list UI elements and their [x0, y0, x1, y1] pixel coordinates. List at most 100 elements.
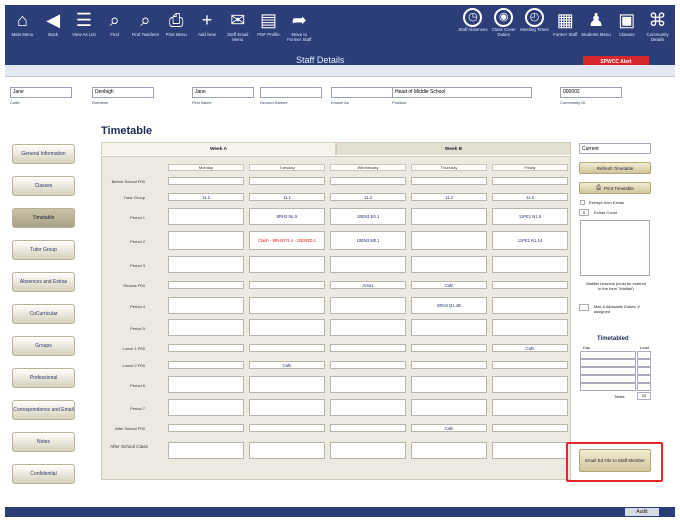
timetable-cell[interactable] — [249, 399, 325, 416]
timetable-cell[interactable] — [249, 297, 325, 314]
timetable-cell[interactable]: 11PE1 N1.5 — [492, 208, 568, 225]
header-field-input[interactable]: Jane — [192, 87, 254, 98]
timetable-cell[interactable] — [492, 319, 568, 336]
timetable-cell[interactable] — [168, 256, 244, 273]
toolbar-button-13[interactable]: ▦ Former Staff — [550, 8, 581, 60]
timetable-cell[interactable] — [492, 177, 568, 185]
toolbar-button-7[interactable]: ✉ Staff Email Menu — [222, 8, 253, 60]
toolbar-button-15[interactable]: ▣ Classes — [611, 8, 642, 60]
timetable-cell[interactable] — [168, 231, 244, 250]
timetable-cell[interactable] — [330, 319, 406, 336]
timetable-cell[interactable] — [411, 319, 487, 336]
timetable-cell[interactable]: 11.2 — [492, 193, 568, 201]
timetable-cell[interactable] — [492, 256, 568, 273]
timetable-cell[interactable] — [249, 424, 325, 432]
timetable-cell[interactable] — [411, 376, 487, 393]
toolbar-button-1[interactable]: ◀ Back — [38, 8, 69, 60]
toolbar-button-12[interactable]: ◴ Meeting Times — [519, 8, 550, 60]
timetable-cell[interactable] — [411, 442, 487, 459]
timetable-cell[interactable] — [492, 376, 568, 393]
toolbar-button-11[interactable]: ◉ Class Cover Duties — [488, 8, 519, 60]
toolbar-button-3[interactable]: ⌕ Find — [99, 8, 130, 60]
header-field-input[interactable] — [260, 87, 322, 98]
sidebar-item-cocurricular[interactable]: CoCurricular — [12, 304, 75, 324]
timetable-cell[interactable] — [411, 256, 487, 273]
timetable-cell[interactable] — [330, 424, 406, 432]
timetable-cell[interactable] — [168, 442, 244, 459]
timetable-cell[interactable] — [492, 442, 568, 459]
timetable-cell[interactable]: 8RH2 NL.5 — [249, 208, 325, 225]
timetable-cell[interactable] — [492, 281, 568, 289]
timetable-cell[interactable] — [168, 399, 244, 416]
timetable-cell[interactable] — [411, 344, 487, 352]
timetable-cell[interactable]: Area1 — [330, 281, 406, 289]
timetable-cell[interactable] — [411, 231, 487, 250]
tab-week-a[interactable]: Week A — [101, 142, 336, 155]
timetable-cell[interactable] — [330, 177, 406, 185]
sidebar-item-groups[interactable]: Groups — [12, 336, 75, 356]
timetable-cell[interactable]: 11.1 — [249, 193, 325, 201]
header-field-input[interactable]: Head of Middle School — [392, 87, 532, 98]
timetable-cell[interactable] — [330, 297, 406, 314]
refresh-timetable-button[interactable]: Refresh Timetable — [579, 162, 651, 174]
timetable-cell[interactable]: Cafe — [492, 344, 568, 352]
timetable-cell[interactable] — [411, 177, 487, 185]
timetable-cell[interactable]: 11PE1 N1.14 — [492, 231, 568, 250]
timetable-cell[interactable]: 11.2 — [411, 193, 487, 201]
max-duties-field[interactable] — [579, 304, 589, 311]
sidebar-item-timetable[interactable]: Timetable — [12, 208, 75, 228]
timetable-cell[interactable] — [411, 361, 487, 369]
toolbar-button-2[interactable]: ☰ View As List — [69, 8, 100, 60]
timetable-cell[interactable] — [492, 361, 568, 369]
timetable-cell[interactable] — [168, 424, 244, 432]
tab-week-b[interactable]: Week B — [336, 142, 571, 155]
sidebar-item-general-information[interactable]: General Information — [12, 144, 75, 164]
toolbar-button-16[interactable]: ⌘ Community Details — [642, 8, 673, 60]
timetable-cell[interactable]: 10EN3 M0.1 — [330, 231, 406, 250]
sidebar-item-classes[interactable]: Classes — [12, 176, 75, 196]
notes-box[interactable] — [580, 220, 650, 276]
toolbar-button-5[interactable]: ⎙ Print Menu — [161, 8, 192, 60]
toolbar-button-8[interactable]: ▤ PDF Profile — [253, 8, 284, 60]
timetable-cell[interactable] — [492, 399, 568, 416]
timetable-cell[interactable]: Cafe — [411, 281, 487, 289]
exempt-checkbox[interactable] — [580, 200, 585, 205]
print-timetable-button[interactable]: ⎙ Print Timetable — [579, 182, 651, 194]
toolbar-button-10[interactable]: ◷ Staff Absences — [458, 8, 489, 60]
toolbar-button-0[interactable]: ⌂ Main Menu — [7, 8, 38, 60]
timetable-cell[interactable] — [249, 319, 325, 336]
timetable-cell[interactable] — [168, 361, 244, 369]
timetable-cell[interactable] — [168, 177, 244, 185]
timetable-cell[interactable]: Cafe — [411, 424, 487, 432]
timetable-cell[interactable] — [168, 281, 244, 289]
header-field-input[interactable] — [331, 87, 393, 98]
timetable-cell[interactable] — [492, 424, 568, 432]
timetable-cell[interactable] — [330, 442, 406, 459]
timetable-cell[interactable] — [249, 376, 325, 393]
timetable-cell[interactable]: 11.2 — [330, 193, 406, 201]
header-field-input[interactable]: 000002 — [560, 87, 622, 98]
sidebar-item-tutor-group[interactable]: Tutor Group — [12, 240, 75, 260]
toolbar-button-9[interactable]: ➦ Move to Former Staff — [284, 8, 315, 60]
header-field-input[interactable]: Denbigh — [92, 87, 154, 98]
timetable-cell[interactable] — [411, 208, 487, 225]
timetable-cell[interactable] — [249, 281, 325, 289]
timetable-cell[interactable] — [168, 344, 244, 352]
current-field[interactable]: Current — [579, 143, 651, 154]
extras-count-field[interactable]: 0 — [579, 209, 589, 216]
timetable-cell[interactable]: Clash - 8RH3 P2.4 - 10EN3D.1 — [249, 231, 325, 250]
timetable-cell[interactable] — [330, 399, 406, 416]
timetable-cell[interactable] — [168, 319, 244, 336]
timetable-cell[interactable] — [492, 297, 568, 314]
toolbar-button-4[interactable]: ⌕ Find Teachers — [130, 8, 161, 60]
timetable-cell[interactable] — [249, 344, 325, 352]
sidebar-item-absences-and-extras[interactable]: Absences and Extras — [12, 272, 75, 292]
sidebar-item-professional[interactable]: Professional — [12, 368, 75, 388]
timetable-cell[interactable] — [168, 208, 244, 225]
timetable-cell[interactable]: 8RH3 Q1.4B — [411, 297, 487, 314]
sidebar-item-notes[interactable]: Notes — [12, 432, 75, 452]
timetable-cell[interactable]: 10EN3 E0.1 — [330, 208, 406, 225]
audit-button[interactable]: Audit — [625, 508, 659, 516]
timetable-cell[interactable] — [330, 376, 406, 393]
timetable-cell[interactable] — [249, 256, 325, 273]
